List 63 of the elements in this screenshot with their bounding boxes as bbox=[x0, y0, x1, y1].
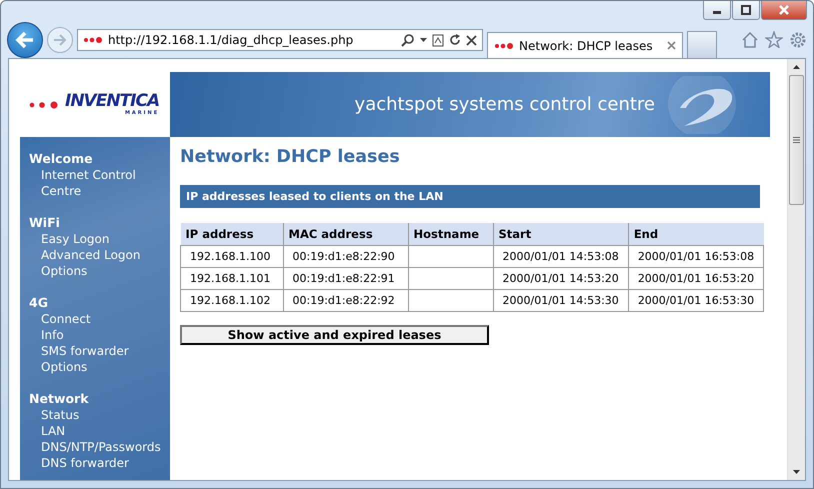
compatibility-icon[interactable] bbox=[432, 34, 444, 46]
sidebar-item[interactable]: Easy Logon bbox=[29, 231, 170, 247]
grip-icon bbox=[793, 137, 800, 143]
back-arrow-icon bbox=[15, 31, 35, 49]
banner: yachtspot systems control centre bbox=[170, 72, 770, 137]
sidebar-item[interactable]: Options bbox=[29, 359, 170, 375]
refresh-icon[interactable] bbox=[449, 34, 461, 46]
table-cell: 2000/01/01 14:53:20 bbox=[493, 268, 628, 290]
settings-icon[interactable] bbox=[789, 31, 807, 49]
sidebar-heading: 4G bbox=[29, 295, 49, 311]
table-cell: 192.168.1.101 bbox=[180, 268, 283, 290]
show-leases-button[interactable]: Show active and expired leases bbox=[180, 325, 489, 345]
table-cell: 192.168.1.100 bbox=[180, 246, 283, 268]
stop-icon[interactable] bbox=[466, 34, 477, 46]
scroll-up-icon[interactable] bbox=[793, 65, 800, 69]
table-cell: 00:19:d1:e8:22:91 bbox=[283, 268, 408, 290]
scrollbar[interactable] bbox=[787, 59, 805, 480]
close-button[interactable] bbox=[761, 1, 807, 20]
table-cell: 192.168.1.102 bbox=[180, 290, 283, 312]
new-tab-button[interactable] bbox=[687, 31, 717, 58]
sidebar-item[interactable]: DNS/NTP/Passwords bbox=[29, 439, 170, 455]
sidebar-heading: Network bbox=[29, 391, 90, 407]
sidebar-item[interactable]: Internet Control Centre bbox=[29, 167, 170, 199]
dots-icon bbox=[83, 36, 103, 44]
home-icon[interactable] bbox=[741, 31, 759, 48]
address-field[interactable]: http://192.168.1.1/diag_dhcp_leases.php bbox=[77, 29, 483, 51]
browser-tab[interactable]: Network: DHCP leases bbox=[487, 32, 683, 58]
table-cell: 00:19:d1:e8:22:90 bbox=[283, 246, 408, 268]
star-icon[interactable] bbox=[765, 31, 783, 48]
table-cell: 2000/01/01 14:53:08 bbox=[493, 246, 628, 268]
table-cell: 2000/01/01 16:53:08 bbox=[628, 246, 764, 268]
column-header: Start bbox=[493, 223, 628, 246]
table-cell: 00:19:d1:e8:22:92 bbox=[283, 290, 408, 312]
forward-arrow-icon bbox=[53, 34, 67, 46]
table-cell: 2000/01/01 16:53:30 bbox=[628, 290, 764, 312]
column-header: End bbox=[628, 223, 764, 246]
sidebar-item[interactable]: Connect bbox=[29, 311, 170, 327]
sidebar-item[interactable]: Options bbox=[29, 263, 170, 279]
maximize-button[interactable] bbox=[732, 1, 760, 20]
close-icon bbox=[778, 5, 790, 15]
column-header: IP address bbox=[180, 223, 283, 246]
table-cell: 2000/01/01 16:53:20 bbox=[628, 268, 764, 290]
minimize-button[interactable] bbox=[703, 1, 731, 20]
section-header: IP addresses leased to clients on the LAN bbox=[180, 185, 760, 208]
sidebar-item[interactable]: DNS forwarder bbox=[29, 455, 170, 471]
sidebar-heading: Welcome bbox=[29, 151, 94, 167]
sidebar-item[interactable]: Info bbox=[29, 327, 170, 343]
dropdown-icon[interactable] bbox=[420, 38, 427, 42]
column-header: MAC address bbox=[283, 223, 408, 246]
sidebar-item[interactable]: Advanced Logon bbox=[29, 247, 170, 263]
dots-icon bbox=[494, 42, 514, 50]
close-icon[interactable] bbox=[667, 41, 676, 50]
scroll-down-icon[interactable] bbox=[793, 470, 800, 474]
table-cell: 2000/01/01 14:53:30 bbox=[493, 290, 628, 312]
sidebar-item[interactable]: Status bbox=[29, 407, 170, 423]
back-button[interactable] bbox=[7, 22, 43, 58]
sidebar-item[interactable]: LAN bbox=[29, 423, 170, 439]
sidebar-item[interactable]: SMS forwarder bbox=[29, 343, 170, 359]
column-header: Hostname bbox=[408, 223, 493, 246]
maximize-icon bbox=[741, 5, 751, 15]
page-title: Network: DHCP leases bbox=[180, 147, 401, 167]
sidebar-heading: WiFi bbox=[29, 215, 61, 231]
search-icon[interactable] bbox=[401, 33, 415, 47]
